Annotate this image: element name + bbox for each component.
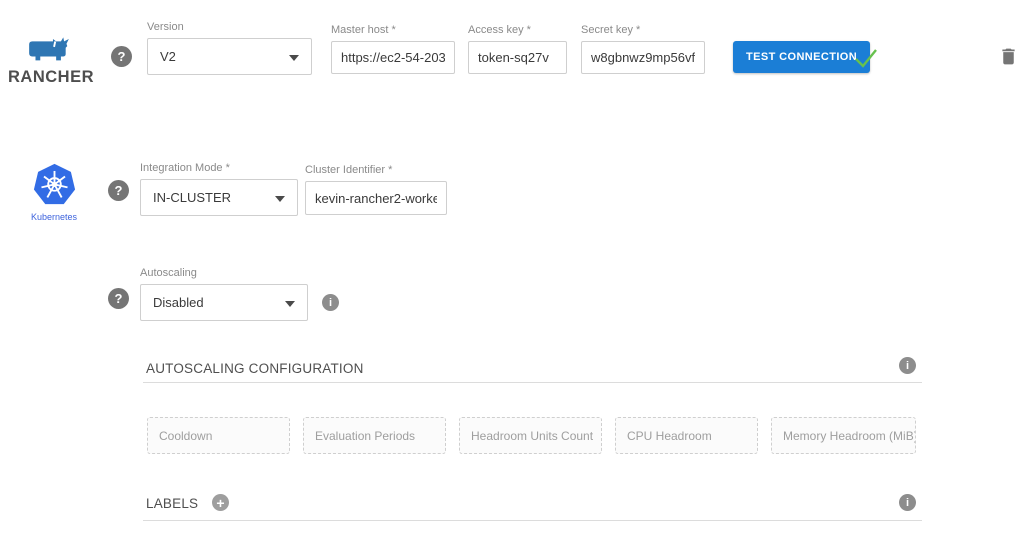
success-check-icon <box>853 45 879 76</box>
version-select[interactable]: V2 <box>147 38 312 75</box>
chevron-down-icon <box>275 196 285 202</box>
info-glyph: i <box>906 497 909 509</box>
chevron-down-icon <box>289 55 299 61</box>
chevron-down-icon <box>285 301 295 307</box>
rancher-logo-text: RANCHER <box>8 68 90 87</box>
kubernetes-logo: Kubernetes <box>25 163 83 222</box>
cluster-identifier-input[interactable] <box>305 181 447 215</box>
add-label-button[interactable]: + <box>212 494 229 511</box>
section-divider <box>143 382 922 383</box>
cluster-identifier-label: Cluster Identifier * <box>305 164 447 176</box>
kubernetes-icon <box>33 192 76 209</box>
help-icon[interactable]: ? <box>108 288 129 309</box>
rancher-logo: RANCHER <box>8 35 90 87</box>
autoscaling-field: Autoscaling Disabled <box>140 267 308 321</box>
version-field: Version V2 <box>147 21 312 75</box>
integration-mode-value: IN-CLUSTER <box>153 190 231 205</box>
section-title-autoscaling-configuration: AUTOSCALING CONFIGURATION <box>146 361 364 376</box>
autoscaling-label: Autoscaling <box>140 267 308 279</box>
info-icon[interactable]: i <box>899 494 916 511</box>
autoscaling-value: Disabled <box>153 295 204 310</box>
info-icon[interactable]: i <box>322 294 339 311</box>
access-key-label: Access key * <box>468 24 567 36</box>
question-mark-glyph: ? <box>115 291 123 306</box>
section-divider <box>143 520 922 521</box>
info-glyph: i <box>329 297 332 309</box>
integration-mode-field: Integration Mode * IN-CLUSTER <box>140 162 298 216</box>
trash-icon <box>998 55 1019 70</box>
question-mark-glyph: ? <box>115 183 123 198</box>
secret-key-field: Secret key * <box>581 24 705 74</box>
version-label: Version <box>147 21 312 33</box>
help-icon[interactable]: ? <box>111 46 132 67</box>
integration-config-panel: RANCHER ? Version V2 Master host * Acces… <box>0 0 1024 550</box>
evaluation-periods-input <box>303 417 446 454</box>
master-host-input[interactable] <box>331 41 455 74</box>
master-host-label: Master host * <box>331 24 455 36</box>
info-glyph: i <box>906 360 909 372</box>
delete-integration-button[interactable] <box>998 46 1019 70</box>
help-icon[interactable]: ? <box>108 180 129 201</box>
headroom-units-count-input <box>459 417 602 454</box>
cooldown-input <box>147 417 290 454</box>
integration-mode-select[interactable]: IN-CLUSTER <box>140 179 298 216</box>
info-icon[interactable]: i <box>899 357 916 374</box>
memory-headroom-input <box>771 417 916 454</box>
secret-key-label: Secret key * <box>581 24 705 36</box>
cpu-headroom-input <box>615 417 758 454</box>
question-mark-glyph: ? <box>118 49 126 64</box>
rancher-bull-icon <box>25 49 73 66</box>
kubernetes-logo-text: Kubernetes <box>25 212 83 222</box>
access-key-field: Access key * <box>468 24 567 74</box>
access-key-input[interactable] <box>468 41 567 74</box>
section-title-labels: LABELS <box>146 496 198 511</box>
master-host-field: Master host * <box>331 24 455 74</box>
test-connection-button[interactable]: TEST CONNECTION <box>733 41 870 73</box>
version-value: V2 <box>160 49 176 64</box>
cluster-identifier-field: Cluster Identifier * <box>305 164 447 215</box>
integration-mode-label: Integration Mode * <box>140 162 298 174</box>
plus-icon: + <box>216 496 224 510</box>
autoscaling-select[interactable]: Disabled <box>140 284 308 321</box>
secret-key-input[interactable] <box>581 41 705 74</box>
